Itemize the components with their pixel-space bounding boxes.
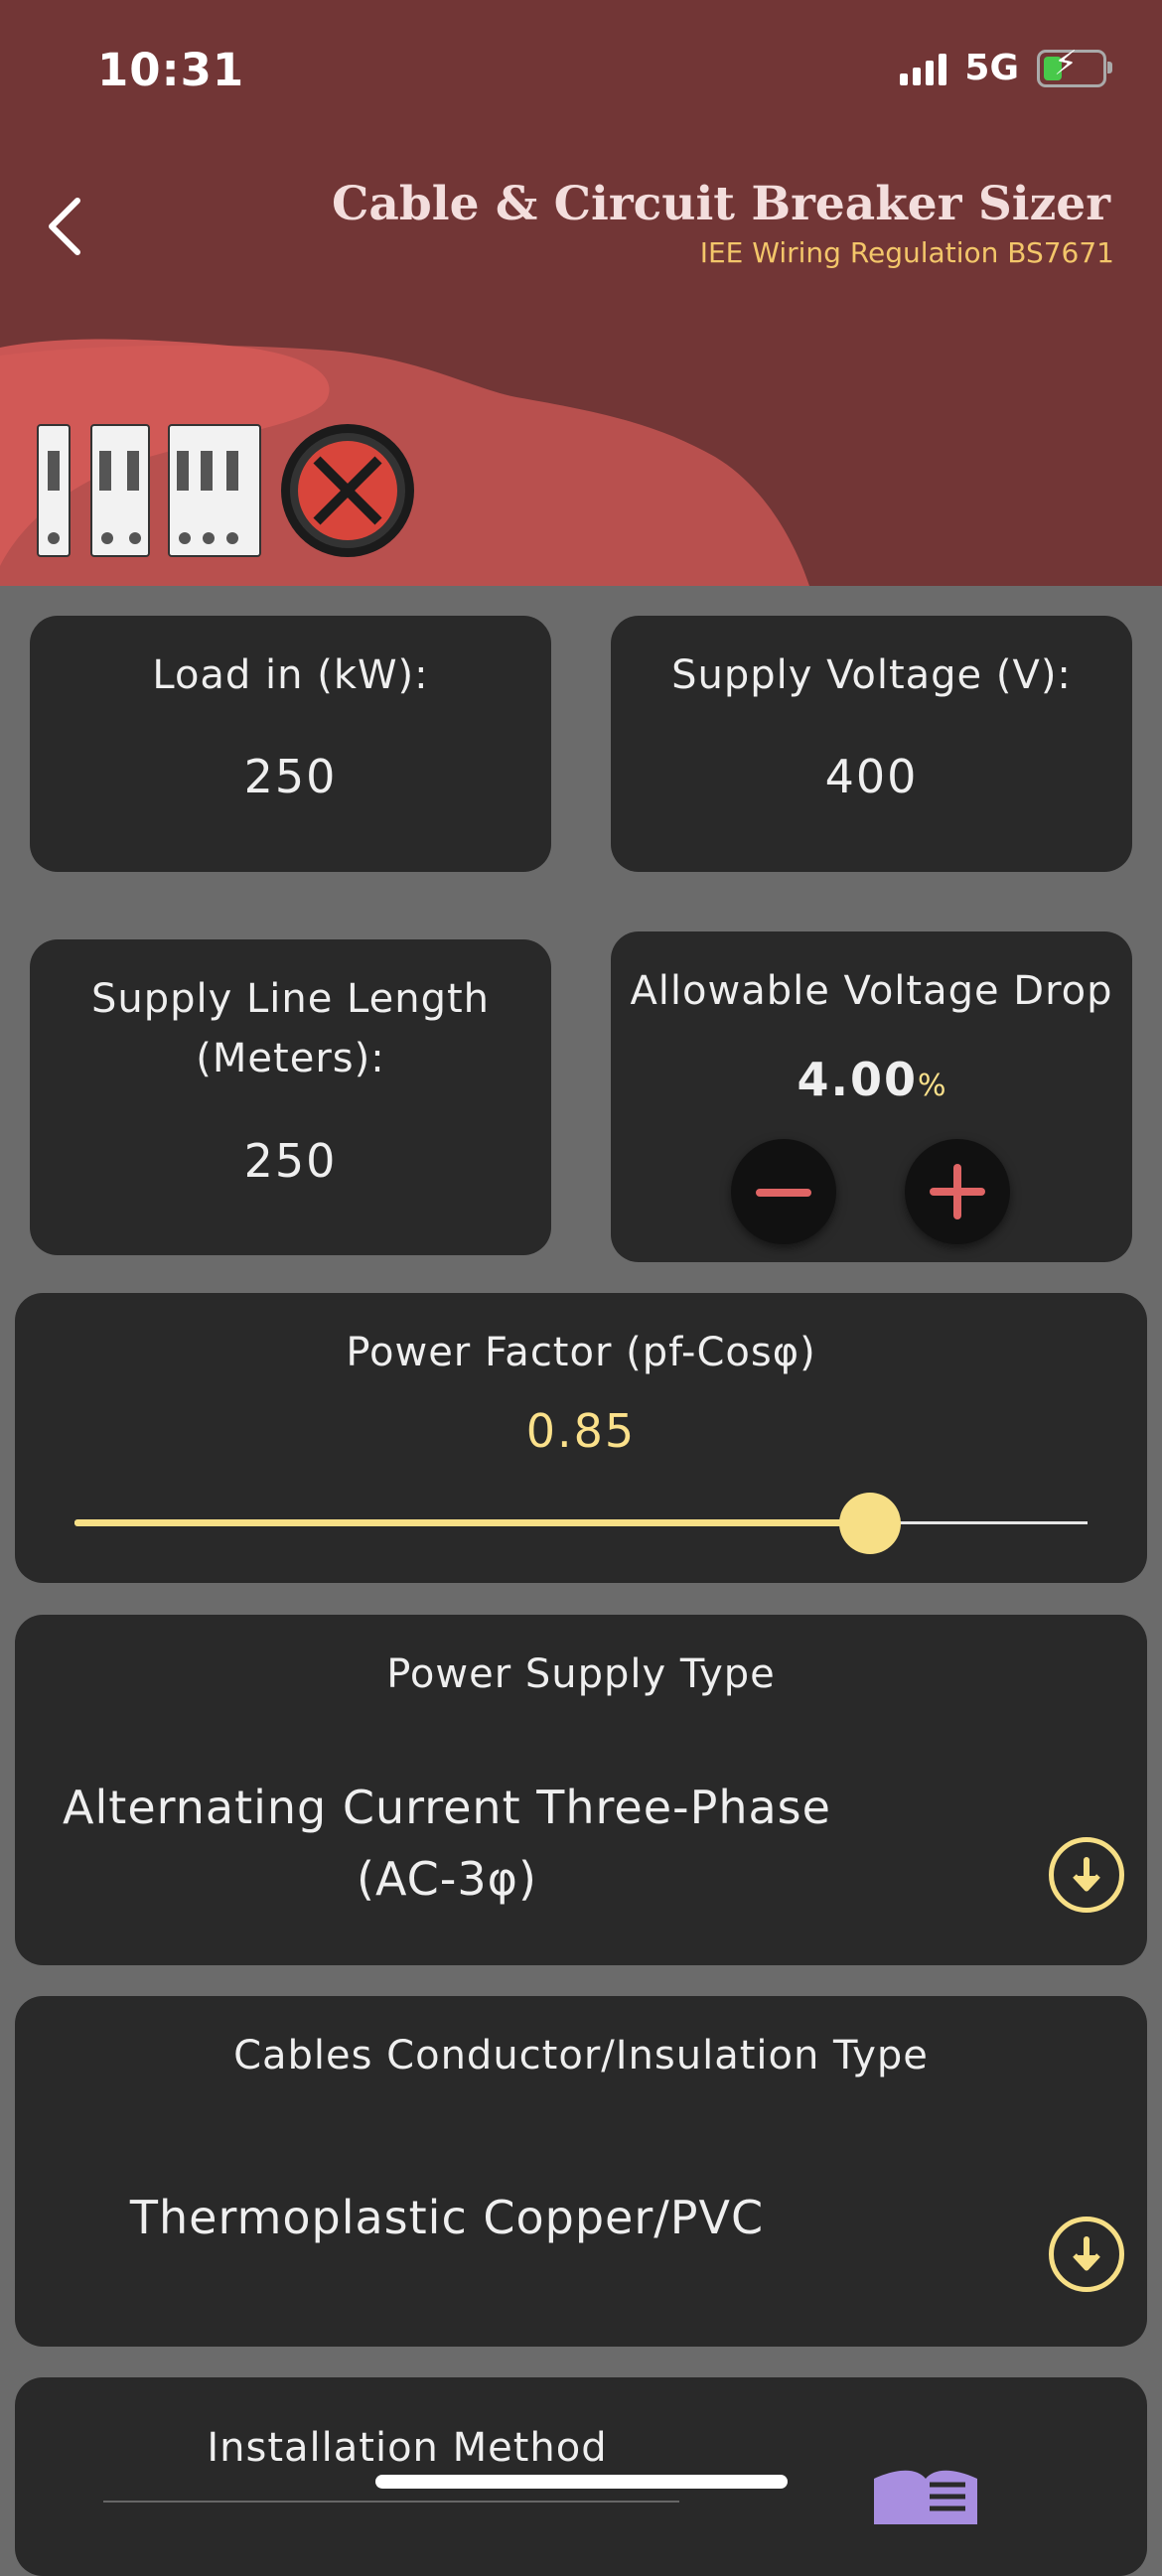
page-title: Cable & Circuit Breaker Sizer bbox=[332, 177, 1110, 231]
dropdown-arrow-icon[interactable] bbox=[1049, 2217, 1124, 2292]
power-factor-card: Power Factor (pf-Cosφ) 0.85 bbox=[15, 1293, 1147, 1583]
line-length-value[interactable]: 250 bbox=[30, 1134, 551, 1188]
dropdown-arrow-icon[interactable] bbox=[1049, 1837, 1124, 1913]
power-factor-slider-thumb[interactable] bbox=[839, 1493, 902, 1554]
page-subtitle: IEE Wiring Regulation BS7671 bbox=[699, 236, 1114, 269]
voltage-drop-readout: 4.00% bbox=[611, 1053, 1132, 1106]
voltage-label: Supply Voltage (V): bbox=[671, 652, 1072, 698]
conductor-card[interactable]: Cables Conductor/Insulation Type Thermop… bbox=[15, 1996, 1147, 2347]
power-factor-label: Power Factor (pf-Cosφ) bbox=[346, 1330, 816, 1375]
supply-type-card[interactable]: Power Supply Type Alternating Current Th… bbox=[15, 1615, 1147, 1965]
chevron-left-icon[interactable] bbox=[40, 187, 99, 266]
header: 10:31 5G ⚡ Cable & Circuit Breaker Sizer… bbox=[0, 0, 1162, 586]
signal-icon bbox=[900, 52, 947, 85]
voltage-card[interactable]: Supply Voltage (V): 400 bbox=[611, 616, 1132, 872]
supply-type-line1: Alternating Current Three-Phase bbox=[63, 1781, 831, 1834]
home-indicator bbox=[375, 2475, 788, 2489]
battery-icon: ⚡ bbox=[1037, 47, 1112, 87]
load-label: Load in (kW): bbox=[152, 652, 429, 698]
supply-type-line2: (AC-3φ) bbox=[357, 1852, 537, 1906]
voltage-value[interactable]: 400 bbox=[611, 750, 1132, 803]
minus-icon bbox=[756, 1189, 811, 1197]
book-icon[interactable] bbox=[870, 2465, 981, 2524]
conductor-label: Cables Conductor/Insulation Type bbox=[233, 2033, 929, 2078]
circuit-breakers-icon bbox=[37, 424, 261, 557]
cable-cross-section-icon bbox=[281, 424, 414, 557]
power-factor-value: 0.85 bbox=[525, 1404, 637, 1458]
line-length-label: Supply Line Length (Meters): bbox=[90, 976, 491, 1081]
conductor-value[interactable]: Thermoplastic Copper/PVC bbox=[15, 2191, 879, 2244]
status-indicators: 5G ⚡ bbox=[900, 47, 1112, 88]
increase-button[interactable] bbox=[905, 1139, 1010, 1244]
voltage-drop-value: 4.00 bbox=[797, 1053, 918, 1106]
decrease-button[interactable] bbox=[731, 1139, 836, 1244]
supply-type-label: Power Supply Type bbox=[386, 1651, 776, 1697]
voltage-drop-card: Allowable Voltage Drop 4.00% bbox=[611, 931, 1132, 1262]
load-card[interactable]: Load in (kW): 250 bbox=[30, 616, 551, 872]
installation-divider bbox=[103, 2501, 679, 2503]
load-value[interactable]: 250 bbox=[30, 750, 551, 803]
installation-label: Installation Method bbox=[207, 2425, 608, 2471]
supply-type-value[interactable]: Alternating Current Three-Phase (AC-3φ) bbox=[15, 1772, 879, 1915]
voltage-drop-unit: % bbox=[917, 1069, 946, 1103]
status-time: 10:31 bbox=[97, 44, 245, 96]
power-factor-slider-fill bbox=[74, 1519, 871, 1526]
network-type: 5G bbox=[964, 48, 1019, 88]
voltage-drop-label: Allowable Voltage Drop bbox=[630, 968, 1113, 1014]
line-length-card[interactable]: Supply Line Length (Meters): 250 bbox=[30, 939, 551, 1255]
